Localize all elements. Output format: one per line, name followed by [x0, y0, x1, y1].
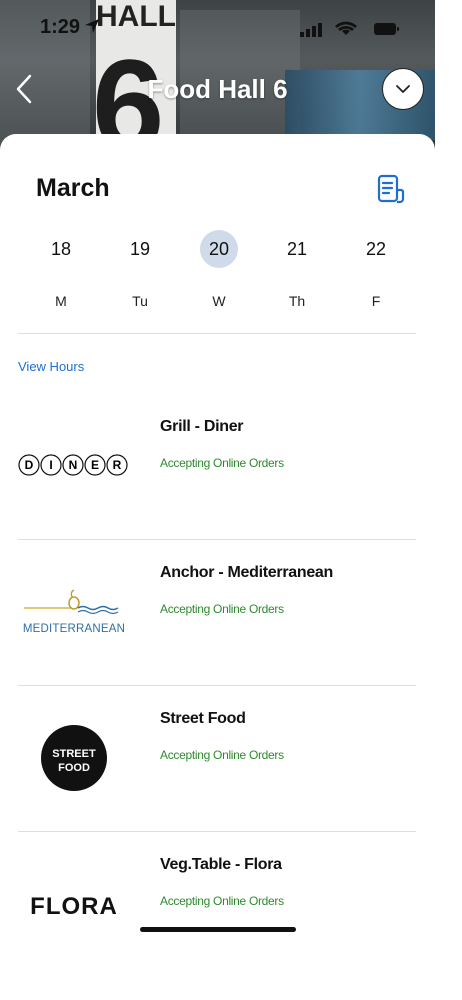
venue-name: Grill - Diner	[160, 418, 244, 435]
month-label: March	[36, 174, 110, 202]
flora-logo-text: FLORA	[30, 893, 118, 920]
view-hours-link[interactable]: View Hours	[18, 359, 84, 374]
dropdown-button[interactable]	[382, 68, 424, 110]
day-number: 19	[129, 239, 151, 259]
day-weekday: Th	[288, 293, 306, 309]
chevron-down-icon	[396, 85, 410, 93]
menu-document-icon[interactable]	[377, 174, 405, 204]
diner-logo-letter: R	[113, 458, 122, 472]
day-item-selected[interactable]: 20 W	[197, 230, 241, 309]
street-food-logo-line: STREET	[52, 748, 96, 760]
venue-row[interactable]: MEDITERRANEAN Anchor - Mediterranean Acc…	[18, 540, 416, 686]
day-number: 22	[365, 239, 387, 259]
hero-hall-sign-text: HALL	[96, 0, 176, 33]
home-indicator[interactable]	[140, 927, 296, 932]
diner-logo-letter: I	[49, 458, 52, 472]
venue-status: Accepting Online Orders	[160, 456, 284, 470]
battery-icon	[374, 23, 399, 35]
day-selector: 18 M 19 Tu 20 W 21 Th 22 F	[18, 230, 416, 320]
location-arrow-icon	[85, 19, 99, 33]
status-icons	[300, 21, 399, 37]
content-card: March 18 M 19 Tu 20 W 21 Th 22 F View Ho…	[0, 134, 435, 1000]
day-weekday: Tu	[132, 293, 148, 309]
signal-icon	[300, 23, 322, 37]
venue-row[interactable]: STREET FOOD Street Food Accepting Online…	[18, 686, 416, 832]
day-number: 18	[50, 239, 72, 259]
day-weekday: W	[212, 293, 226, 309]
venue-status: Accepting Online Orders	[160, 894, 284, 908]
diner-logo-letter: N	[69, 458, 78, 472]
day-weekday: F	[371, 293, 381, 309]
street-food-logo: STREET FOOD	[18, 686, 130, 832]
day-item[interactable]: 19 Tu	[118, 230, 162, 309]
venue-row[interactable]: FLORA Veg.Table - Flora Accepting Online…	[18, 832, 416, 978]
venue-row[interactable]: D I N E R Grill - Diner Accepting Online…	[18, 394, 416, 540]
wifi-icon	[335, 21, 357, 35]
day-number: 20	[200, 230, 238, 268]
venue-status: Accepting Online Orders	[160, 602, 284, 616]
mediterranean-logo: MEDITERRANEAN	[18, 540, 130, 686]
venue-name: Veg.Table - Flora	[160, 856, 282, 873]
page-title: Food Hall 6	[147, 74, 288, 104]
street-food-logo-line: FOOD	[58, 762, 90, 774]
flora-logo: FLORA	[18, 832, 130, 978]
status-time: 1:29	[40, 16, 81, 38]
diner-logo-letter: D	[25, 458, 34, 472]
mediterranean-logo-text: MEDITERRANEAN	[23, 623, 125, 635]
divider	[18, 333, 416, 334]
diner-logo: D I N E R	[18, 394, 130, 540]
diner-logo-letter: E	[91, 458, 99, 472]
day-item[interactable]: 21 Th	[275, 230, 319, 309]
venue-name: Street Food	[160, 710, 246, 727]
venue-status: Accepting Online Orders	[160, 748, 284, 762]
hero-banner: HALL 6 1:29 Food Hall 6	[0, 0, 435, 150]
venue-name: Anchor - Mediterranean	[160, 564, 333, 581]
day-item[interactable]: 18 M	[39, 230, 83, 309]
day-item[interactable]: 22 F	[354, 230, 398, 309]
day-number: 21	[286, 239, 308, 259]
day-weekday: M	[55, 293, 67, 309]
